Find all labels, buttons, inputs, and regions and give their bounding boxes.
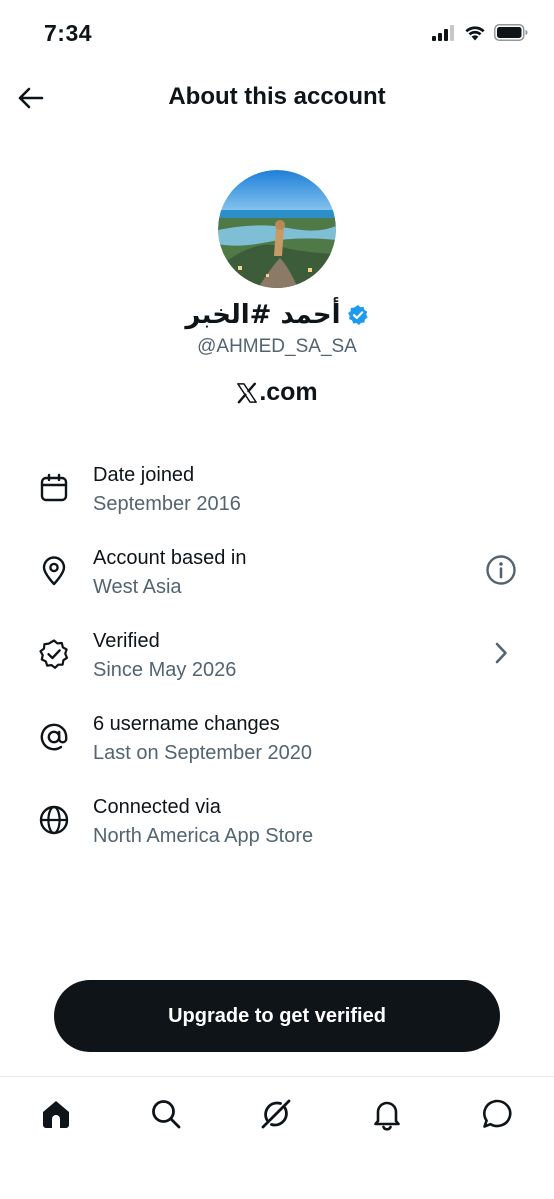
info-title: Account based in xyxy=(93,547,247,569)
verified-badge-icon xyxy=(39,639,69,669)
calendar-icon xyxy=(40,473,68,502)
info-subtitle: West Asia xyxy=(93,576,182,598)
page-title: About this account xyxy=(168,83,386,110)
info-subtitle: September 2016 xyxy=(93,493,241,515)
status-bar: 7:34 xyxy=(0,0,554,66)
info-icon xyxy=(486,555,516,585)
location-pin-icon xyxy=(42,556,66,586)
profile-section: أحمد #الخبر @AHMED_SA_SA .com xyxy=(0,170,554,407)
info-title: Connected via xyxy=(93,796,221,818)
info-date-joined: Date joined September 2016 xyxy=(0,452,554,535)
upgrade-verified-button[interactable]: Upgrade to get verified xyxy=(54,980,500,1052)
name-row: أحمد #الخبر xyxy=(0,300,554,330)
nav-search[interactable] xyxy=(146,1094,186,1134)
avatar[interactable] xyxy=(218,170,336,288)
signal-icon xyxy=(432,24,454,41)
nav-notifications[interactable] xyxy=(367,1094,407,1134)
messages-icon xyxy=(483,1099,512,1128)
info-subtitle: Last on September 2020 xyxy=(93,742,313,764)
bottom-nav xyxy=(0,1076,554,1199)
nav-grok[interactable] xyxy=(256,1094,296,1134)
status-icons xyxy=(432,24,528,41)
verified-check-icon xyxy=(347,305,368,325)
status-time: 7:34 xyxy=(44,20,93,46)
info-account-based-in: Account based in West Asia xyxy=(0,535,554,618)
verified-chevron-button[interactable] xyxy=(484,636,518,670)
info-title: Date joined xyxy=(93,464,195,486)
info-button[interactable] xyxy=(484,553,518,587)
grok-icon xyxy=(261,1099,291,1129)
header: About this account xyxy=(0,70,554,126)
info-verified[interactable]: Verified Since May 2026 xyxy=(0,618,554,701)
notifications-bell-icon xyxy=(374,1101,400,1131)
wifi-icon xyxy=(465,25,485,40)
info-subtitle: Since May 2026 xyxy=(93,659,237,681)
battery-icon xyxy=(494,24,528,41)
display-name: أحمد #الخبر xyxy=(185,300,341,330)
x-logo-icon xyxy=(237,382,258,403)
info-title: 6 username changes xyxy=(93,713,280,735)
handle: @AHMED_SA_SA xyxy=(197,336,357,357)
globe-icon xyxy=(39,805,69,835)
site-link[interactable]: .com xyxy=(0,378,554,407)
info-subtitle: North America App Store xyxy=(93,825,314,847)
nav-messages[interactable] xyxy=(477,1094,517,1134)
account-info-list: Date joined September 2016 Account based… xyxy=(0,452,554,867)
search-icon xyxy=(152,1100,181,1129)
nav-home[interactable] xyxy=(36,1094,76,1134)
home-icon xyxy=(43,1101,69,1128)
info-username-changes: 6 username changes Last on September 202… xyxy=(0,701,554,784)
info-title: Verified xyxy=(93,630,160,652)
site-text: .com xyxy=(259,378,318,406)
info-connected-via: Connected via North America App Store xyxy=(0,784,554,867)
chevron-right-icon xyxy=(495,642,507,664)
at-sign-icon xyxy=(40,723,68,751)
